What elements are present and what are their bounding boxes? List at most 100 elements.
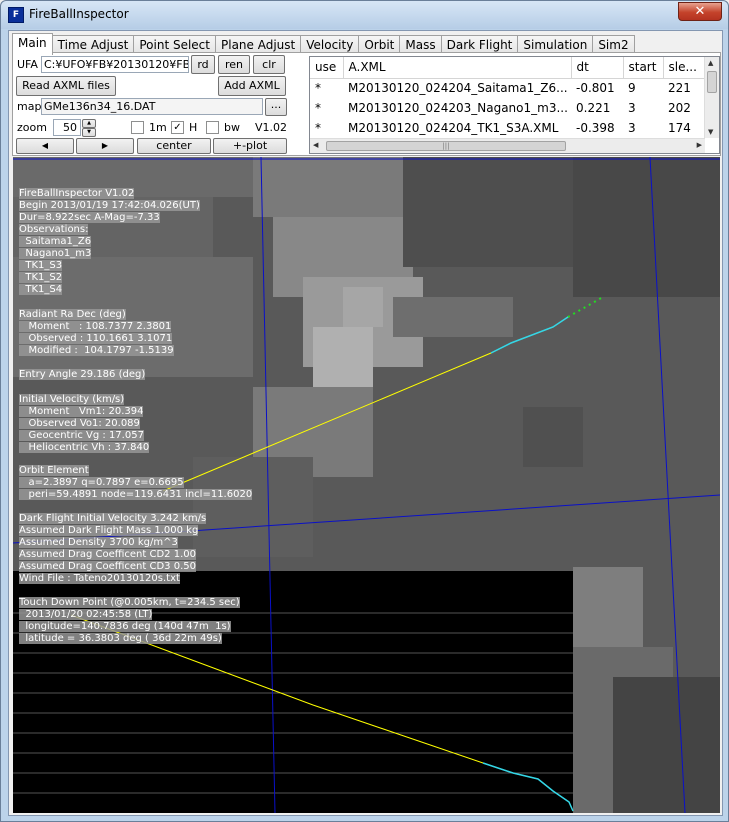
- horizontal-scroll-thumb[interactable]: |||: [326, 141, 566, 151]
- cell-dt[interactable]: 0.221: [571, 98, 623, 118]
- check-mark-icon: ✓: [173, 122, 182, 133]
- grid-vertical-scrollbar[interactable]: ▲ ▼: [704, 57, 719, 138]
- info-line: TK1_S4: [19, 284, 63, 295]
- cell-start[interactable]: 3: [623, 98, 663, 118]
- checkbox-bw-label: bw: [224, 121, 240, 134]
- axml-file-grid[interactable]: use A.XML dt start sle... * M20130120_02…: [309, 56, 720, 154]
- terrain-block: [343, 287, 383, 327]
- entry-angle-block: Entry Angle 29.186 (deg): [19, 369, 146, 381]
- map-browse-button[interactable]: ...: [265, 98, 287, 116]
- vertical-scroll-thumb[interactable]: [707, 71, 717, 93]
- info-line: peri=59.4891 node=119.6431 incl=11.6020: [19, 489, 253, 500]
- scroll-up-arrow-icon[interactable]: ▲: [708, 59, 713, 67]
- close-button[interactable]: ✕: [678, 2, 722, 21]
- ren-button[interactable]: ren: [218, 55, 250, 74]
- rd-button[interactable]: rd: [191, 55, 215, 74]
- info-line: Assumed Dark Flight Mass 1.000 kg: [19, 525, 199, 536]
- checkbox-h[interactable]: ✓: [171, 121, 184, 134]
- terrain-block: [313, 327, 373, 387]
- main-tab-panel: UFA C:¥UFO¥FB¥20130120¥FB rd ren clr Rea…: [12, 52, 721, 156]
- info-line: Initial Velocity (km/s): [19, 394, 125, 405]
- terrain-block: [613, 677, 720, 813]
- checkbox-1m[interactable]: [131, 121, 144, 134]
- pan-left-button[interactable]: ◀: [16, 138, 74, 154]
- info-line: TK1_S2: [19, 272, 63, 283]
- map-view[interactable]: FireBallInspector V1.02 Begin 2013/01/19…: [13, 157, 720, 813]
- info-line: Heliocentric Vh : 37.840: [19, 442, 150, 453]
- cell-use[interactable]: *: [310, 78, 343, 98]
- info-line: Nagano1_m3: [19, 248, 92, 259]
- dark-flight-block: Dark Flight Initial Velocity 3.242 km/s …: [19, 513, 207, 585]
- tab-main[interactable]: Main: [12, 33, 53, 55]
- info-line: Assumed Drag Coefficent CD2 1.00: [19, 549, 196, 560]
- title-bar[interactable]: F FireBallInspector ✕: [1, 1, 728, 29]
- info-line: FireBallInspector V1.02: [19, 188, 135, 199]
- info-line: Moment Vm1: 20.394: [19, 406, 144, 417]
- info-line: Assumed Density 3700 kg/m^3: [19, 537, 178, 548]
- cell-sle[interactable]: 221: [663, 78, 705, 98]
- info-line: Orbit Element: [19, 465, 89, 476]
- table-row[interactable]: * M20130120_024204_TK1_S3A.XML -0.398 3 …: [310, 118, 705, 138]
- map-file-field[interactable]: GMe136n34_16.DAT: [41, 98, 263, 115]
- cell-file[interactable]: M20130120_024204_Saitama1_Z6...: [343, 78, 571, 98]
- info-line: Observations:: [19, 224, 89, 235]
- info-line: latitude = 36.3803 deg ( 36d 22m 49s): [19, 633, 222, 644]
- info-line: a=2.3897 q=0.7897 e=0.6695: [19, 477, 184, 488]
- info-line: Observed : 110.1661 3.1071: [19, 333, 173, 344]
- zoom-up-button[interactable]: ▲: [82, 119, 96, 128]
- scroll-left-arrow-icon[interactable]: ◀: [313, 141, 318, 149]
- cell-sle[interactable]: 174: [663, 118, 705, 138]
- terrain-block: [253, 157, 403, 217]
- col-use[interactable]: use: [310, 57, 344, 79]
- cell-dt[interactable]: -0.801: [571, 78, 623, 98]
- clr-button[interactable]: clr: [253, 55, 285, 74]
- col-start[interactable]: start: [623, 57, 664, 79]
- radiant-block: Radiant Ra Dec (deg) Moment : 108.7377 2…: [19, 309, 174, 357]
- terrain-block: [403, 157, 573, 267]
- app-icon: F: [8, 7, 24, 23]
- table-row[interactable]: * M20130120_024204_Saitama1_Z6... -0.801…: [310, 78, 705, 98]
- read-axml-button[interactable]: Read AXML files: [16, 76, 116, 96]
- zoom-input[interactable]: 50: [53, 119, 81, 136]
- info-line: longitude=140.7836 deg (140d 47m 1s): [19, 621, 231, 632]
- info-line: 2013/01/20 02:45:58 (LT): [19, 609, 153, 620]
- cell-sle[interactable]: 202: [663, 98, 705, 118]
- grid-horizontal-scrollbar[interactable]: ◀ ||| ▶: [310, 138, 705, 153]
- info-line: Dark Flight Initial Velocity 3.242 km/s: [19, 513, 207, 524]
- checkbox-h-label: H: [189, 121, 198, 134]
- ufa-path-field[interactable]: C:¥UFO¥FB¥20130120¥FB: [41, 56, 189, 73]
- cell-start[interactable]: 9: [623, 78, 663, 98]
- zoom-label: zoom: [17, 121, 47, 134]
- col-dt[interactable]: dt: [571, 57, 624, 79]
- add-axml-button[interactable]: Add AXML: [218, 76, 286, 96]
- version-label: V1.02: [255, 121, 288, 134]
- table-row[interactable]: * M20130120_024203_Nagano1_m3... 0.221 3…: [310, 98, 705, 118]
- client-area: Main Time Adjust Point Select Plane Adju…: [8, 30, 723, 816]
- col-axml[interactable]: A.XML: [343, 57, 572, 79]
- orbit-element-block: Orbit Element a=2.3897 q=0.7897 e=0.6695…: [19, 465, 253, 501]
- ufa-label: UFA: [17, 58, 38, 71]
- cell-dt[interactable]: -0.398: [571, 118, 623, 138]
- observed-trajectory-dots: [567, 296, 604, 318]
- terrain-block: [393, 297, 513, 337]
- info-line: Assumed Drag Coefficent CD3 0.50: [19, 561, 196, 572]
- checkbox-bw[interactable]: [206, 121, 219, 134]
- scroll-right-arrow-icon[interactable]: ▶: [697, 141, 702, 149]
- cell-file[interactable]: M20130120_024203_Nagano1_m3...: [343, 98, 571, 118]
- zoom-down-button[interactable]: ▼: [82, 128, 96, 137]
- info-line: Wind File : Tateno20130120s.txt: [19, 573, 180, 584]
- scroll-down-arrow-icon[interactable]: ▼: [708, 128, 713, 136]
- cell-file[interactable]: M20130120_024204_TK1_S3A.XML: [343, 118, 571, 138]
- info-line: Entry Angle 29.186 (deg): [19, 369, 146, 380]
- pan-right-button[interactable]: ▶: [76, 138, 134, 154]
- info-line: Geocentric Vg : 17.057: [19, 430, 144, 441]
- window-title: FireBallInspector: [29, 7, 129, 21]
- col-sle[interactable]: sle...: [663, 57, 706, 79]
- center-button[interactable]: center: [137, 138, 211, 154]
- info-block: FireBallInspector V1.02 Begin 2013/01/19…: [19, 188, 200, 296]
- cell-use[interactable]: *: [310, 118, 343, 138]
- cell-start[interactable]: 3: [623, 118, 663, 138]
- map-label: map: [17, 100, 42, 113]
- cell-use[interactable]: *: [310, 98, 343, 118]
- plot-button[interactable]: +-plot: [213, 138, 287, 154]
